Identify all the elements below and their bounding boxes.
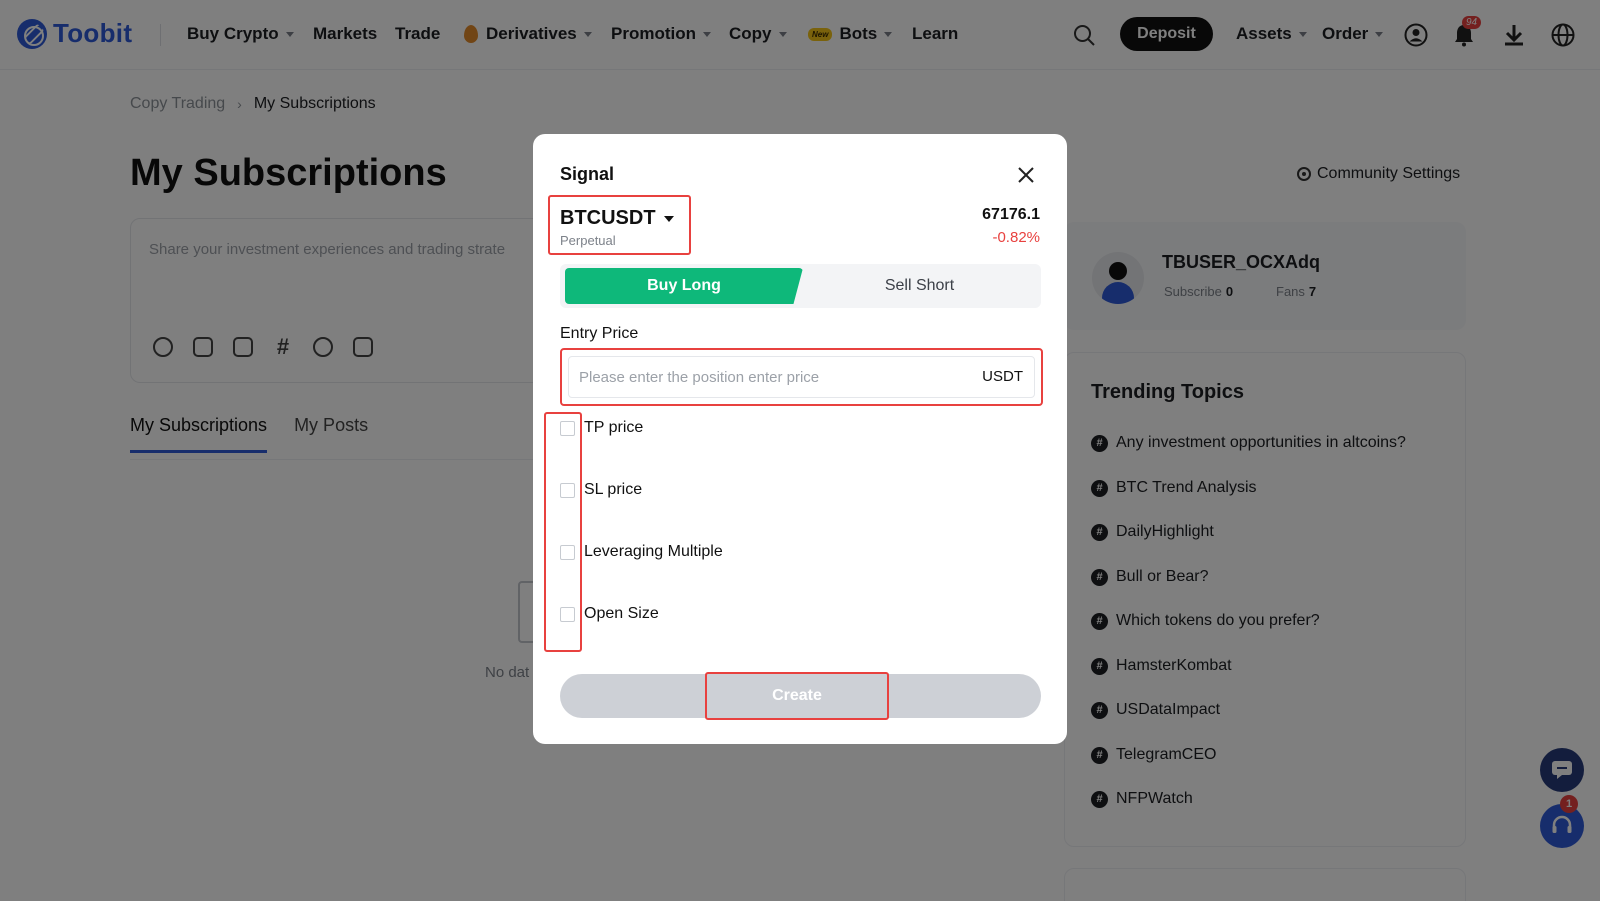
pair-selector[interactable]: BTCUSDT Perpetual (548, 195, 691, 255)
side-toggle: Buy Long Sell Short (560, 264, 1041, 308)
signal-modal: Signal BTCUSDT Perpetual 67176.1 -0.82% … (533, 134, 1067, 744)
sl-price-checkbox[interactable] (560, 482, 575, 498)
tp-price-option[interactable]: TP price (560, 419, 643, 437)
caret-down-icon (663, 215, 674, 222)
tp-price-checkbox[interactable] (560, 420, 575, 436)
leverage-checkbox[interactable] (560, 544, 575, 560)
sl-price-option[interactable]: SL price (560, 481, 642, 499)
close-icon[interactable] (1015, 164, 1037, 186)
pair-type: Perpetual (560, 233, 616, 248)
modal-title: Signal (560, 164, 615, 184)
sl-price-label: SL price (584, 481, 643, 498)
open-size-label: Open Size (584, 605, 659, 622)
open-size-option[interactable]: Open Size (560, 605, 659, 623)
entry-price-unit: USDT (982, 368, 1023, 385)
sell-short-button[interactable]: Sell Short (803, 268, 1036, 304)
pair-label: BTCUSDT (560, 207, 656, 229)
pair-name: BTCUSDT (560, 207, 674, 230)
price-change: -0.82% (992, 229, 1040, 246)
leverage-label: Leveraging Multiple (584, 543, 723, 560)
entry-price-highlight: USDT (560, 348, 1043, 406)
tp-price-label: TP price (584, 419, 644, 436)
create-button[interactable]: Create (707, 674, 887, 718)
entry-price-input[interactable] (568, 356, 1035, 398)
leverage-option[interactable]: Leveraging Multiple (560, 543, 723, 561)
entry-price-label: Entry Price (560, 325, 639, 342)
buy-long-button[interactable]: Buy Long (565, 268, 803, 304)
last-price: 67176.1 (982, 206, 1040, 223)
open-size-checkbox[interactable] (560, 606, 575, 622)
